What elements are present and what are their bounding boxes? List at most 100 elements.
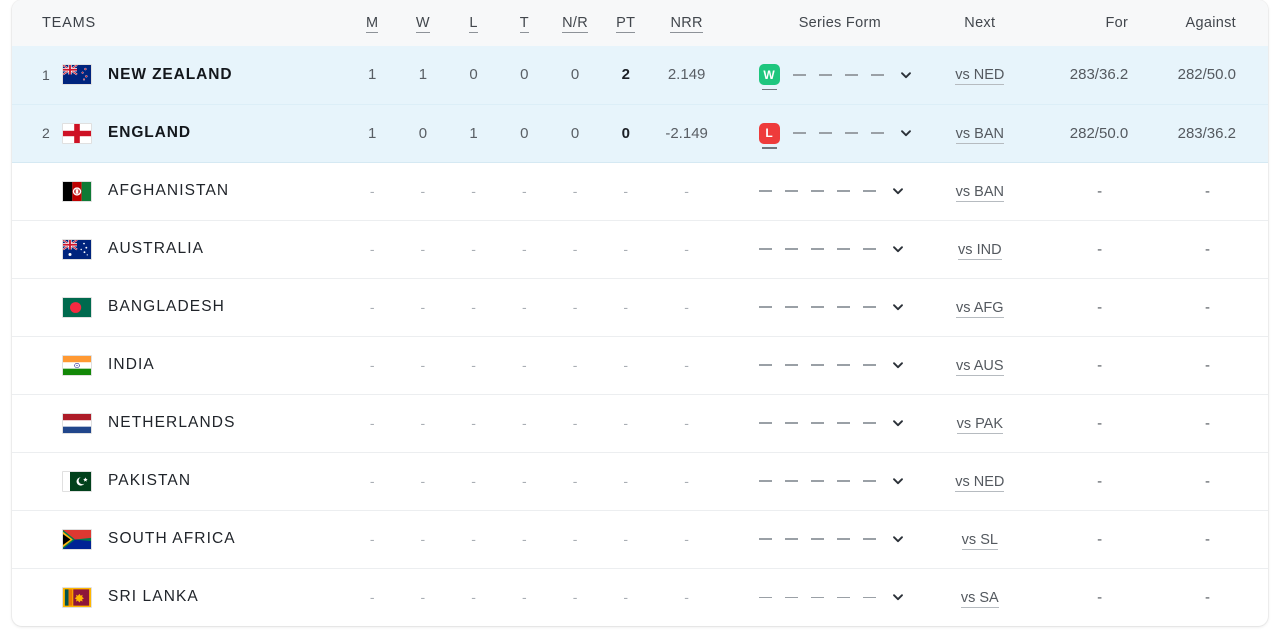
form-placeholder-dash <box>862 306 876 308</box>
cell-next: vs SL <box>933 510 1026 568</box>
table-row[interactable]: AUSTRALIA - - - - - - - vs IND - - <box>12 220 1268 278</box>
next-match-link[interactable]: vs AUS <box>956 357 1004 376</box>
cell-series-form <box>751 394 934 452</box>
cell-nrr: - <box>684 531 689 547</box>
cell-no-result: - <box>572 415 578 431</box>
cell-for: - <box>1097 182 1103 200</box>
team-rank: 1 <box>42 66 50 83</box>
form-placeholder-dash <box>844 132 858 134</box>
form-placeholder-dash <box>810 248 824 250</box>
team-cell[interactable]: 2 ENGLAND <box>12 104 347 162</box>
next-match-link[interactable]: vs SL <box>961 531 998 550</box>
chevron-down-icon[interactable] <box>891 300 905 314</box>
table-row[interactable]: INDIA - - - - - - - vs AUS - - <box>12 336 1268 394</box>
next-match-link[interactable]: vs IND <box>958 241 1002 260</box>
form-placeholder-dash <box>870 74 884 76</box>
team-name: INDIA <box>108 356 155 373</box>
cell-series-form: W <box>751 46 934 104</box>
table-row[interactable]: AFGHANISTAN - - - - - - - vs BAN - - <box>12 162 1268 220</box>
cell-against: - <box>1205 588 1210 606</box>
table-row[interactable]: SOUTH AFRICA - - - - - - - vs SL - - <box>12 510 1268 568</box>
form-placeholder-dash <box>784 596 798 598</box>
column-header-points[interactable]: PT <box>600 0 651 46</box>
team-cell[interactable]: PAKISTAN <box>12 452 347 510</box>
cell-ties: 0 <box>520 66 529 84</box>
cell-matches: - <box>369 183 375 199</box>
table-row[interactable]: 1 NEW ZEALAND 1 1 0 0 0 2 2.149 Wvs NED 283/36.2 2… <box>12 46 1268 104</box>
next-match-link[interactable]: vs AFG <box>956 299 1004 318</box>
header-row: TEAMS M W L T N/R PT NRR Series Form Nex… <box>12 0 1268 46</box>
next-match-link[interactable]: vs PAK <box>956 415 1004 434</box>
chevron-down-icon[interactable] <box>891 474 905 488</box>
form-placeholder-dash <box>862 422 876 424</box>
column-header-wins[interactable]: W <box>398 0 449 46</box>
chevron-down-icon[interactable] <box>899 126 913 140</box>
table-row[interactable]: BANGLADESH - - - - - - - vs AFG - - <box>12 278 1268 336</box>
next-match-link[interactable]: vs NED <box>955 473 1005 492</box>
table-row[interactable]: PAKISTAN - - - - - - - vs NED - - <box>12 452 1268 510</box>
chevron-down-icon[interactable] <box>891 242 905 256</box>
cell-for: - <box>1097 356 1103 374</box>
team-cell[interactable]: AFGHANISTAN <box>12 162 347 220</box>
table-row[interactable]: SRI LANKA - - - - - - - vs SA - - <box>12 568 1268 626</box>
team-cell[interactable]: SRI LANKA <box>12 568 347 626</box>
form-badge-win[interactable]: W <box>758 64 780 91</box>
team-cell[interactable]: INDIA <box>12 336 347 394</box>
next-match-link[interactable]: vs BAN <box>955 183 1004 202</box>
cell-for: - <box>1097 472 1103 490</box>
column-header-matches[interactable]: M <box>347 0 398 46</box>
column-header-no-result[interactable]: N/R <box>550 0 601 46</box>
column-header-ties[interactable]: T <box>499 0 550 46</box>
team-cell[interactable]: BANGLADESH <box>12 278 347 336</box>
cell-next: vs AUS <box>933 336 1026 394</box>
next-match-link[interactable]: vs NED <box>955 67 1005 86</box>
cell-ties: - <box>521 183 527 199</box>
team-cell[interactable]: SOUTH AFRICA <box>12 510 347 568</box>
cell-matches: 1 <box>367 66 377 84</box>
column-header-losses[interactable]: L <box>448 0 499 46</box>
cell-series-form <box>751 452 934 510</box>
chevron-down-icon[interactable] <box>891 590 905 604</box>
sri-lanka-flag <box>62 586 92 608</box>
column-header-losses-label: L <box>469 15 478 33</box>
cell-next: vs NED <box>933 452 1026 510</box>
chevron-down-icon[interactable] <box>891 184 905 198</box>
next-match-link[interactable]: vs SA <box>960 589 999 608</box>
column-header-for: For <box>1105 15 1129 31</box>
column-header-wins-label: W <box>415 15 430 33</box>
cell-nrr: - <box>684 415 689 431</box>
team-cell[interactable]: 1 NEW ZEALAND <box>12 46 347 104</box>
england-flag <box>62 122 92 144</box>
cell-against: - <box>1205 414 1210 432</box>
team-cell[interactable]: AUSTRALIA <box>12 220 347 278</box>
form-badge-loss[interactable]: L <box>758 122 780 149</box>
team-name: NEW ZEALAND <box>108 65 233 83</box>
chevron-down-icon[interactable] <box>891 416 905 430</box>
netherlands-flag <box>62 412 92 434</box>
australia-flag <box>62 238 92 260</box>
chevron-down-icon[interactable] <box>891 532 905 546</box>
cell-nrr: 2.149 <box>667 66 706 84</box>
cell-series-form <box>751 568 934 626</box>
column-header-nrr-label: NRR <box>670 15 703 33</box>
table-row[interactable]: NETHERLANDS - - - - - - - vs PAK - - <box>12 394 1268 452</box>
cell-losses: - <box>471 299 476 315</box>
team-name: PAKISTAN <box>108 472 192 489</box>
chevron-down-icon[interactable] <box>891 358 905 372</box>
cell-points: - <box>623 357 629 373</box>
cell-spacer <box>722 394 750 452</box>
cell-losses: - <box>471 357 476 373</box>
table-row[interactable]: 2 ENGLAND 1 0 1 0 0 0 -2.149 Lvs BAN 282/50.0 283/… <box>12 104 1268 162</box>
form-placeholder-dash <box>810 596 824 598</box>
form-placeholder-dash <box>836 596 850 598</box>
team-cell[interactable]: NETHERLANDS <box>12 394 347 452</box>
cell-wins: - <box>420 299 426 315</box>
chevron-down-icon[interactable] <box>899 68 913 82</box>
cell-against: 283/36.2 <box>1177 124 1236 142</box>
form-placeholder-dash <box>870 132 884 134</box>
cell-wins: 1 <box>418 66 428 84</box>
column-header-spacer <box>722 0 750 46</box>
column-header-nrr[interactable]: NRR <box>651 0 722 46</box>
next-match-link[interactable]: vs BAN <box>955 125 1004 144</box>
cell-points: 2 <box>621 66 630 84</box>
